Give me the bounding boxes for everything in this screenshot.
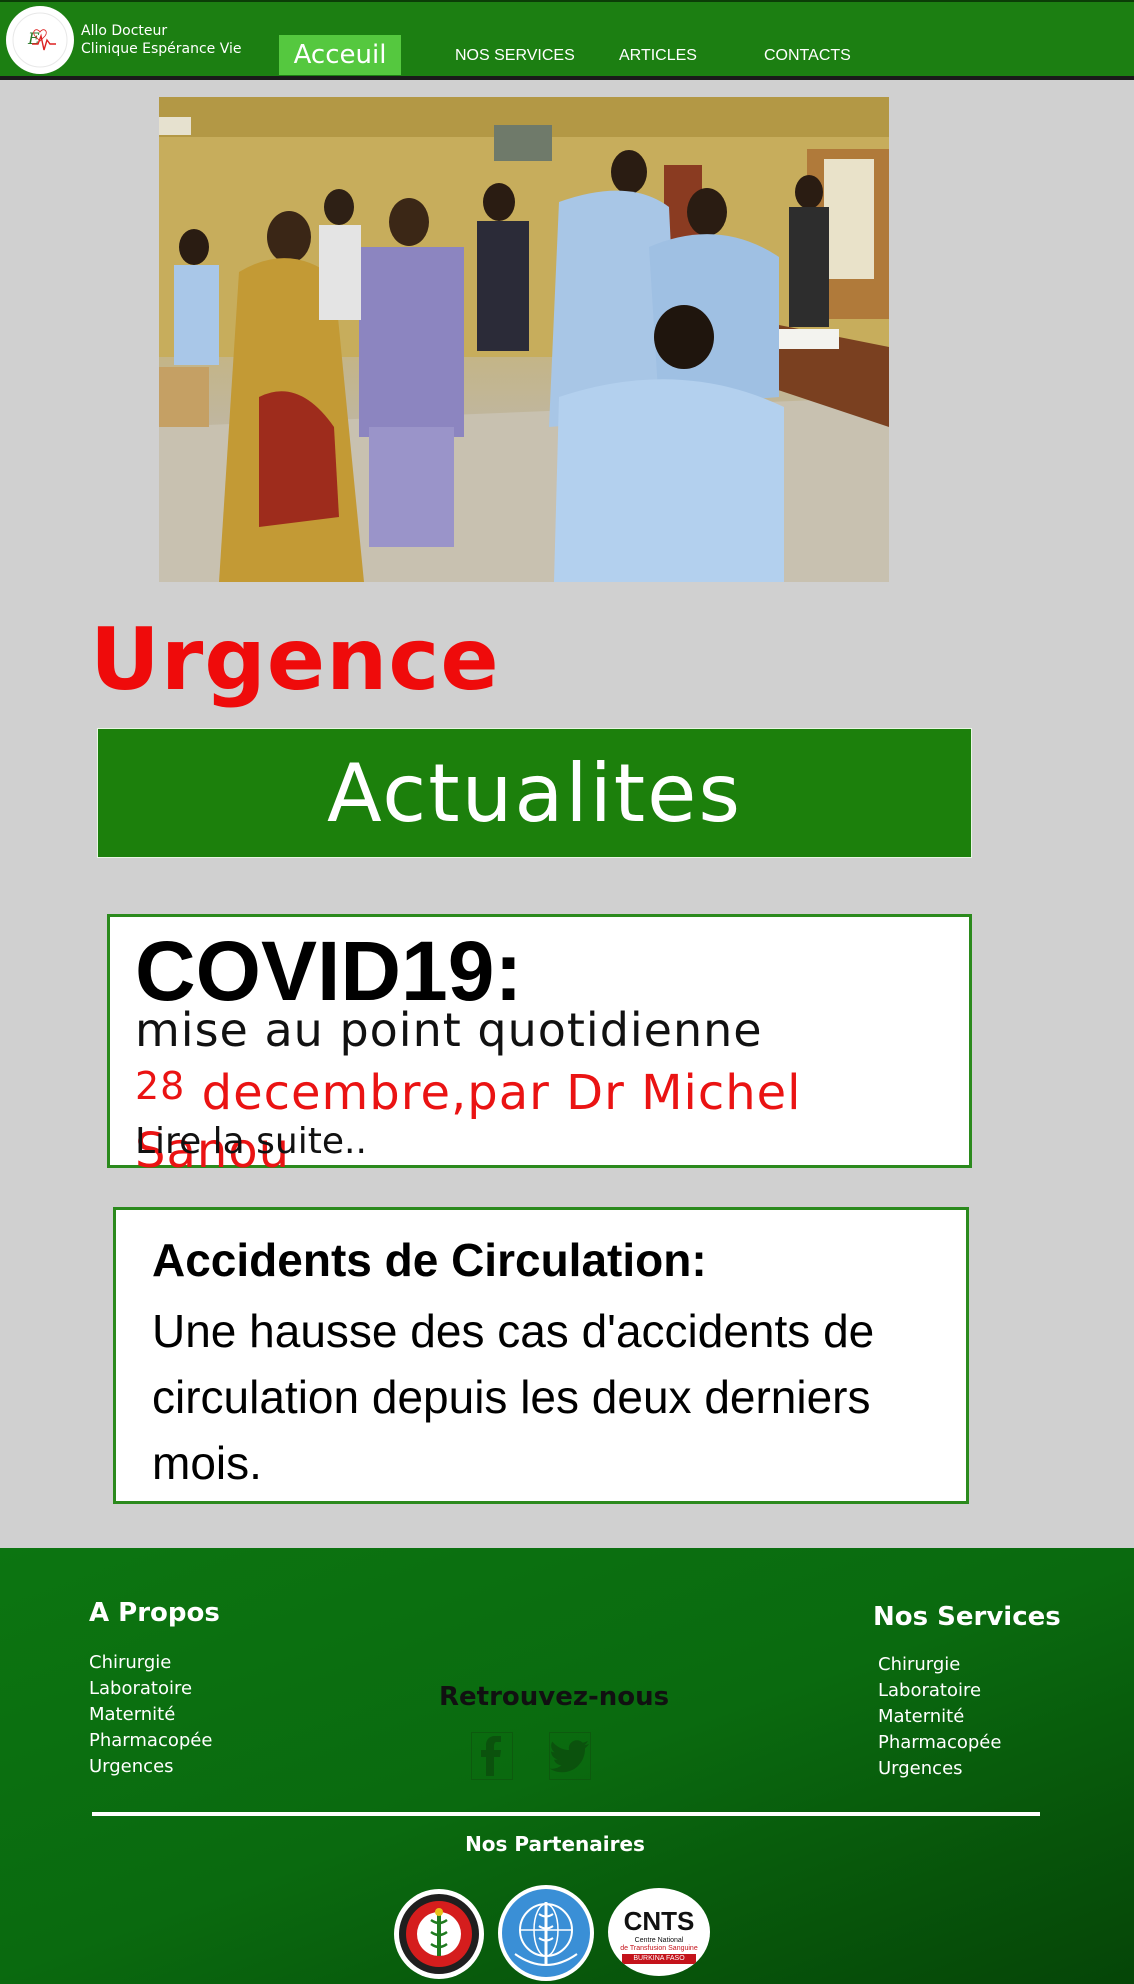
brand-text: Allo Docteur Clinique Espérance Vie [81,22,242,58]
services-item-urgences[interactable]: Urgences [878,1756,1001,1782]
clinic-photo-illustration [159,97,889,582]
nav-services-link[interactable]: NOS SERVICES [455,47,575,65]
partner-logo-who[interactable] [497,1884,595,1982]
twitter-icon [550,1740,589,1773]
covid-subtitle: mise au point quotidienne [135,1003,763,1057]
clinic-logo[interactable]: E [6,6,74,74]
facebook-icon [481,1736,501,1776]
urgence-heading: Urgence [90,610,500,710]
about-item-pharmacopee[interactable]: Pharmacopée [89,1728,212,1754]
cnts-logo-sub3: BURKINA FASO [622,1954,696,1964]
services-list: Chirurgie Laboratoire Maternité Pharmaco… [878,1652,1001,1782]
covid-date-day: 28 [135,1064,186,1108]
caduceus-emblem-icon [394,1889,484,1979]
about-item-laboratoire[interactable]: Laboratoire [89,1676,212,1702]
about-item-chirurgie[interactable]: Chirurgie [89,1650,212,1676]
brand-name: Allo Docteur [81,23,168,39]
services-item-chirurgie[interactable]: Chirurgie [878,1652,1001,1678]
services-heading: Nos Services [873,1602,1061,1632]
facebook-link[interactable] [471,1732,513,1780]
about-item-maternite[interactable]: Maternité [89,1702,212,1728]
nav-articles-link[interactable]: ARTICLES [619,47,697,65]
partner-logo-health-ministry[interactable] [393,1888,485,1980]
services-item-laboratoire[interactable]: Laboratoire [878,1678,1001,1704]
social-heading: Retrouvez-nous [439,1682,670,1712]
services-item-pharmacopee[interactable]: Pharmacopée [878,1730,1001,1756]
about-heading: A Propos [89,1598,220,1628]
read-more-link[interactable]: Lire la suite.. [135,1120,367,1164]
actualites-banner: Actualites [97,728,972,858]
nav-contacts-link[interactable]: CONTACTS [764,47,851,65]
about-item-urgences[interactable]: Urgences [89,1754,212,1780]
twitter-link[interactable] [549,1732,591,1780]
partners-heading: Nos Partenaires [465,1832,645,1856]
site-footer: A Propos Chirurgie Laboratoire Maternité… [0,1548,1134,1984]
accident-title: Accidents de Circulation: [152,1234,707,1286]
hero-photo [159,97,889,582]
cnts-logo-text: CNTS [623,1906,695,1936]
cnts-logo-sub1: Centre National [634,1937,684,1944]
accident-news-card[interactable]: Accidents de Circulation: Une hausse des… [113,1207,969,1504]
covid-news-card[interactable]: COVID19: mise au point quotidienne 28 de… [107,914,972,1179]
about-list: Chirurgie Laboratoire Maternité Pharmaco… [89,1650,212,1780]
heartbeat-logo-icon: E [12,12,68,68]
brand-subtitle: Clinique Espérance Vie [81,41,242,57]
cnts-logo-sub2: de Transfusion Sanguine [620,1945,698,1952]
nav-home-link[interactable]: Acceuil [279,35,401,75]
services-item-maternite[interactable]: Maternité [878,1704,1001,1730]
footer-divider [92,1812,1040,1816]
top-navigation-bar: E Allo Docteur Clinique Espérance Vie Ac… [0,0,1134,80]
accident-body: Une hausse des cas d'accidents de circul… [152,1305,875,1489]
who-emblem-icon [498,1885,594,1981]
partner-logo-cnts[interactable]: CNTS Centre National de Transfusion Sang… [608,1888,710,1976]
